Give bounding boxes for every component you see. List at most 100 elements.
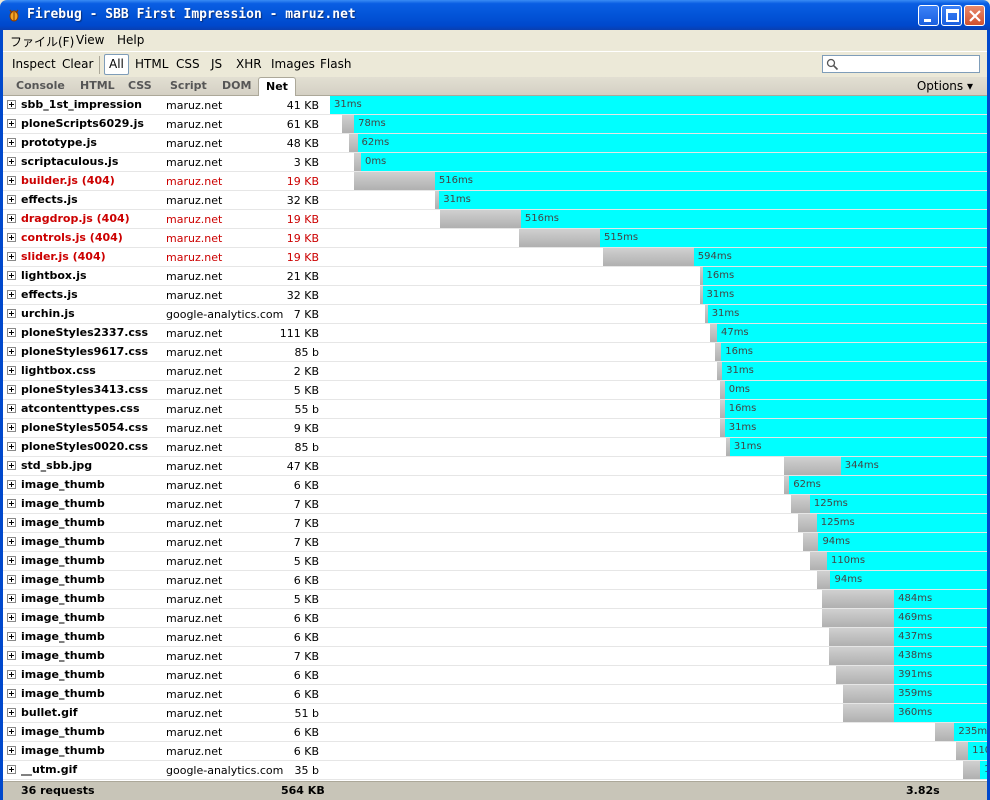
- expand-icon[interactable]: [7, 632, 16, 641]
- request-row[interactable]: image_thumb maruz.net 5 KB 484ms: [3, 590, 987, 609]
- expand-icon[interactable]: [7, 214, 16, 223]
- request-row[interactable]: ploneStyles3413.css maruz.net 5 KB 0ms: [3, 381, 987, 400]
- request-file[interactable]: ploneStyles9617.css: [21, 345, 148, 358]
- expand-icon[interactable]: [7, 176, 16, 185]
- expand-icon[interactable]: [7, 290, 16, 299]
- request-file[interactable]: effects.js: [21, 288, 78, 301]
- request-file[interactable]: image_thumb: [21, 478, 105, 491]
- request-row[interactable]: controls.js (404) maruz.net 19 KB 515ms: [3, 229, 987, 248]
- expand-icon[interactable]: [7, 423, 16, 432]
- request-file[interactable]: image_thumb: [21, 497, 105, 510]
- filter-css[interactable]: CSS: [176, 57, 200, 71]
- request-row[interactable]: slider.js (404) maruz.net 19 KB 594ms: [3, 248, 987, 267]
- request-row[interactable]: ploneStyles2337.css maruz.net 111 KB 47ms: [3, 324, 987, 343]
- tab-dom[interactable]: DOM: [222, 79, 251, 92]
- request-row[interactable]: ploneStyles0020.css maruz.net 85 b 31ms: [3, 438, 987, 457]
- request-file[interactable]: prototype.js: [21, 136, 97, 149]
- filter-js[interactable]: JS: [211, 57, 222, 71]
- request-row[interactable]: effects.js maruz.net 32 KB 31ms: [3, 286, 987, 305]
- request-row[interactable]: prototype.js maruz.net 48 KB 62ms: [3, 134, 987, 153]
- request-row[interactable]: ploneStyles9617.css maruz.net 85 b 16ms: [3, 343, 987, 362]
- search-input[interactable]: [822, 55, 980, 73]
- filter-flash[interactable]: Flash: [320, 57, 351, 71]
- expand-icon[interactable]: [7, 651, 16, 660]
- expand-icon[interactable]: [7, 271, 16, 280]
- request-file[interactable]: std_sbb.jpg: [21, 459, 92, 472]
- options-menu[interactable]: Options ▾: [917, 79, 973, 93]
- expand-icon[interactable]: [7, 119, 16, 128]
- request-file[interactable]: controls.js (404): [21, 231, 123, 244]
- expand-icon[interactable]: [7, 556, 16, 565]
- expand-icon[interactable]: [7, 518, 16, 527]
- request-file[interactable]: ploneScripts6029.js: [21, 117, 144, 130]
- expand-icon[interactable]: [7, 765, 16, 774]
- request-file[interactable]: image_thumb: [21, 535, 105, 548]
- request-file[interactable]: builder.js (404): [21, 174, 115, 187]
- request-file[interactable]: image_thumb: [21, 649, 105, 662]
- expand-icon[interactable]: [7, 670, 16, 679]
- request-row[interactable]: image_thumb maruz.net 7 KB 438ms: [3, 647, 987, 666]
- expand-icon[interactable]: [7, 195, 16, 204]
- request-file[interactable]: image_thumb: [21, 592, 105, 605]
- request-file[interactable]: slider.js (404): [21, 250, 106, 263]
- request-file[interactable]: bullet.gif: [21, 706, 78, 719]
- request-row[interactable]: image_thumb maruz.net 5 KB 110ms: [3, 552, 987, 571]
- request-row[interactable]: image_thumb maruz.net 6 KB 469ms: [3, 609, 987, 628]
- request-file[interactable]: ploneStyles2337.css: [21, 326, 148, 339]
- request-file[interactable]: atcontenttypes.css: [21, 402, 140, 415]
- expand-icon[interactable]: [7, 727, 16, 736]
- request-file[interactable]: image_thumb: [21, 516, 105, 529]
- request-row[interactable]: ploneStyles5054.css maruz.net 9 KB 31ms: [3, 419, 987, 438]
- request-file[interactable]: lightbox.css: [21, 364, 96, 377]
- request-row[interactable]: __utm.gifgoogle-analytics.com35 b140ms: [3, 761, 987, 780]
- request-row[interactable]: atcontenttypes.css maruz.net 55 b 16ms: [3, 400, 987, 419]
- tab-css[interactable]: CSS: [128, 79, 152, 92]
- request-row[interactable]: std_sbb.jpg maruz.net 47 KB 344ms: [3, 457, 987, 476]
- request-row[interactable]: ploneScripts6029.js maruz.net 61 KB 78ms: [3, 115, 987, 134]
- request-row[interactable]: bullet.gif maruz.net 51 b 360ms: [3, 704, 987, 723]
- expand-icon[interactable]: [7, 480, 16, 489]
- request-file[interactable]: __utm.gif: [21, 763, 77, 776]
- request-file[interactable]: sbb_1st_impression: [21, 98, 142, 111]
- close-button[interactable]: [964, 5, 985, 26]
- request-file[interactable]: image_thumb: [21, 630, 105, 643]
- request-file[interactable]: urchin.js: [21, 307, 75, 320]
- clear-button[interactable]: Clear: [62, 57, 93, 71]
- request-file[interactable]: lightbox.js: [21, 269, 87, 282]
- expand-icon[interactable]: [7, 689, 16, 698]
- request-file[interactable]: ploneStyles0020.css: [21, 440, 148, 453]
- maximize-button[interactable]: [941, 5, 962, 26]
- inspect-button[interactable]: Inspect: [12, 57, 56, 71]
- request-file[interactable]: image_thumb: [21, 573, 105, 586]
- expand-icon[interactable]: [7, 347, 16, 356]
- expand-icon[interactable]: [7, 366, 16, 375]
- filter-html[interactable]: HTML: [135, 57, 168, 71]
- tab-net[interactable]: Net: [258, 77, 296, 96]
- expand-icon[interactable]: [7, 328, 16, 337]
- request-file[interactable]: image_thumb: [21, 611, 105, 624]
- tab-console[interactable]: Console: [16, 79, 65, 92]
- tab-html[interactable]: HTML: [80, 79, 115, 92]
- expand-icon[interactable]: [7, 385, 16, 394]
- expand-icon[interactable]: [7, 404, 16, 413]
- expand-icon[interactable]: [7, 594, 16, 603]
- request-row[interactable]: image_thumb maruz.net 7 KB 125ms: [3, 495, 987, 514]
- expand-icon[interactable]: [7, 309, 16, 318]
- expand-icon[interactable]: [7, 233, 16, 242]
- expand-icon[interactable]: [7, 100, 16, 109]
- expand-icon[interactable]: [7, 461, 16, 470]
- filter-all[interactable]: All: [104, 54, 129, 75]
- request-row[interactable]: image_thumb maruz.net 6 KB 94ms: [3, 571, 987, 590]
- request-row[interactable]: image_thumb maruz.net 6 KB 391ms: [3, 666, 987, 685]
- expand-icon[interactable]: [7, 442, 16, 451]
- request-file[interactable]: scriptaculous.js: [21, 155, 118, 168]
- expand-icon[interactable]: [7, 252, 16, 261]
- request-row[interactable]: lightbox.css maruz.net 2 KB 31ms: [3, 362, 987, 381]
- request-file[interactable]: effects.js: [21, 193, 78, 206]
- request-file[interactable]: image_thumb: [21, 687, 105, 700]
- request-file[interactable]: image_thumb: [21, 744, 105, 757]
- request-row[interactable]: image_thumb maruz.net 6 KB 437ms: [3, 628, 987, 647]
- request-row[interactable]: lightbox.js maruz.net 21 KB 16ms: [3, 267, 987, 286]
- request-row[interactable]: dragdrop.js (404) maruz.net 19 KB 516ms: [3, 210, 987, 229]
- request-file[interactable]: ploneStyles3413.css: [21, 383, 148, 396]
